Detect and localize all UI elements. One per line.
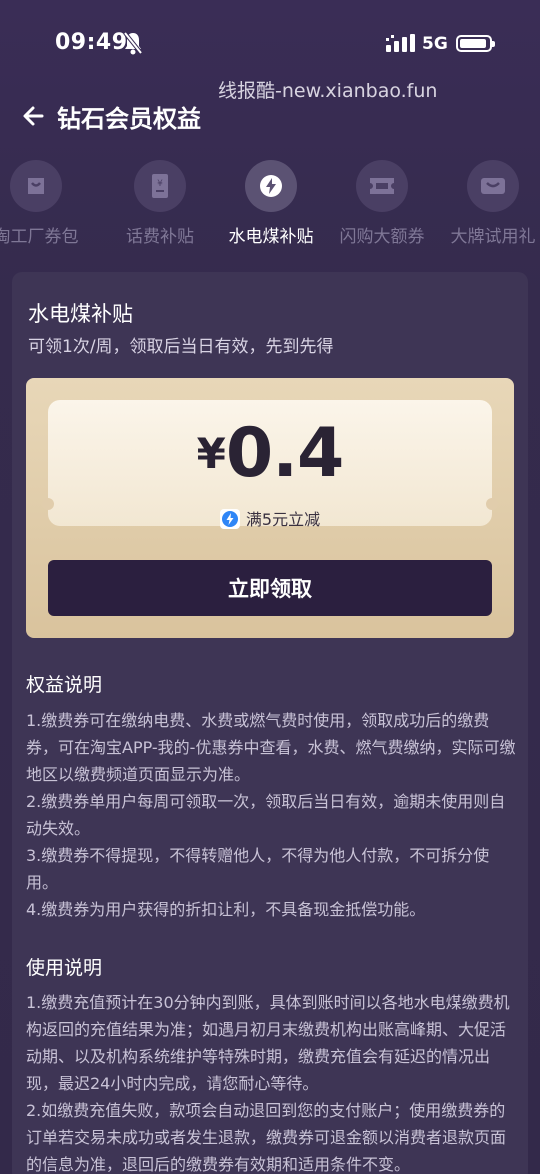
tab-label: 大牌试用礼: [450, 227, 536, 247]
tab-label: 淘工厂券包: [0, 227, 79, 247]
usage-item: 1.缴费充值预计在30分钟内到账，具体到账时间以各地水电煤缴费机构返回的充值结果…: [26, 993, 510, 1093]
rights-item: 4.缴费券为用户获得的折扣让利，不具备现金抵偿功能。: [26, 900, 426, 919]
tab-phone-bill[interactable]: ¥ 话费补贴: [105, 155, 215, 247]
amount-value: 0.4: [225, 414, 344, 493]
tab-label: 闪购大额券: [339, 227, 425, 247]
tab-utility[interactable]: 水电煤补贴: [216, 155, 326, 247]
rights-item: 2.缴费券单用户每周可领取一次，领取后当日有效，逾期未使用则自动失效。: [26, 792, 506, 838]
rights-title: 权益说明: [26, 674, 103, 696]
coupon-ticket: ¥0.4 满5元立减: [42, 400, 498, 529]
phone-bill-icon: ¥: [152, 174, 168, 198]
signal-icon: [386, 34, 415, 52]
coupon-amount: ¥0.4: [48, 414, 492, 493]
bell-muted-icon: [123, 31, 143, 55]
coupon-panel: ¥0.4 满5元立减 立即领取: [26, 378, 514, 638]
card-subtitle: 可领1次/周，领取后当日有效，先到先得: [28, 337, 334, 357]
svg-text:¥: ¥: [157, 179, 163, 189]
utility-icon: [260, 175, 282, 197]
tab-label: 水电煤补贴: [228, 227, 314, 247]
benefit-card: 水电煤补贴 可领1次/周，领取后当日有效，先到先得 ¥0.4 满5元立减 立即领…: [12, 272, 528, 1174]
ticket-icon: [370, 178, 394, 194]
bag-icon: [28, 178, 44, 194]
rights-item: 1.缴费券可在缴纳电费、水费或燃气费时使用，领取成功后的缴费券，可在淘宝APP-…: [26, 711, 516, 784]
back-arrow-icon[interactable]: [20, 100, 52, 132]
condition-text: 满5元立减: [245, 510, 321, 529]
usage-item: 2.如缴费充值失败，款项会自动退回到您的支付账户；使用缴费券的订单若交易未成功或…: [26, 1101, 507, 1174]
tab-taogongchang[interactable]: 淘工厂券包: [0, 155, 91, 247]
network-type: 5G: [422, 34, 448, 54]
card-title: 水电煤补贴: [28, 302, 133, 326]
utility-badge-icon: [219, 509, 240, 529]
tab-brand-trial[interactable]: 大牌试用礼: [438, 155, 540, 247]
tab-label: 话费补贴: [126, 227, 194, 247]
tab-flash-coupon[interactable]: 闪购大额券: [327, 155, 437, 247]
rights-item: 3.缴费券不得提现，不得转赠他人，不得为他人付款，不可拆分使用。: [26, 846, 490, 892]
page-title: 钻石会员权益: [57, 105, 201, 133]
currency-symbol: ¥: [196, 429, 226, 478]
status-bar: 09:49 5G: [0, 0, 540, 80]
watermark-text: 线报酷-new.xianbao.fun: [218, 80, 438, 102]
gift-box-icon: [481, 178, 505, 194]
claim-button[interactable]: 立即领取: [48, 560, 492, 616]
coupon-condition: 满5元立减: [48, 506, 492, 530]
status-time: 09:49: [55, 30, 128, 55]
benefit-tabs: 淘工厂券包 ¥ 话费补贴 水电煤补贴 闪购大额券 大牌试用礼: [0, 155, 540, 255]
battery-icon: [456, 35, 495, 52]
usage-title: 使用说明: [26, 957, 103, 979]
